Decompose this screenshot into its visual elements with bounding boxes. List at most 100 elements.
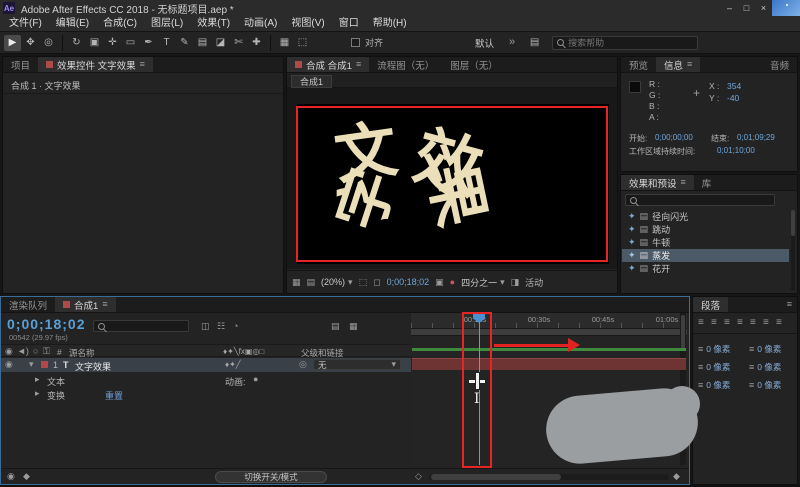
type-tool[interactable]: T [158,35,175,51]
shy-toggle-icon[interactable]: ◉ [7,472,15,481]
parent-select[interactable]: 无 ▾ [313,359,401,370]
menu-edit[interactable]: 编辑(E) [49,16,96,31]
pan-behind-tool[interactable]: ✛ [104,35,121,51]
layer-name[interactable]: 文字效果 [75,360,111,373]
eye-icon[interactable]: ◉ [5,360,13,369]
panel-menu-icon[interactable]: ≡ [140,60,145,69]
clone-stamp-tool[interactable]: ▤ [194,35,211,51]
justify-last-right-icon[interactable]: ≡ [763,318,769,328]
preset-item[interactable]: ✦ ▤ 径向闪光 [622,210,789,223]
time-ruler[interactable]: 00:15s 00:30s 00:45s 01:00s [411,313,687,329]
menu-file[interactable]: 文件(F) [2,16,49,31]
align-left-icon[interactable]: ≡ [698,318,704,328]
menu-effect[interactable]: 效果(T) [190,16,237,31]
align-checkbox[interactable] [351,38,360,47]
menu-help[interactable]: 帮助(H) [366,16,414,31]
reset-link[interactable]: 重置 [105,389,123,402]
effects-search[interactable] [625,194,775,206]
camera-tool[interactable]: ▣ [86,35,103,51]
shape-tool[interactable]: ▭ [122,35,139,51]
tab-flowchart[interactable]: 流程图（无） [369,57,442,72]
hand-tool[interactable]: ✥ [22,35,39,51]
tab-preview[interactable]: 预览 [621,57,656,72]
preset-item[interactable]: ✦ ▤ 花开 [622,262,789,275]
motion-blur-icon[interactable]: ▤ [331,322,340,331]
animate-menu-icon[interactable]: ● [253,375,258,384]
workspace-overflow-icon[interactable]: » [509,37,515,48]
rotation-tool[interactable]: ↻ [68,35,85,51]
transparency-grid-icon[interactable]: ◻ [373,277,380,287]
effects-scrollbar[interactable] [791,210,795,290]
hanging-punctuation-field[interactable]: ≡ 0 像素 [749,379,781,391]
tab-project[interactable]: 项目 [3,57,38,72]
fast-previews-icon[interactable]: ◨ [511,277,520,287]
justify-last-center-icon[interactable]: ≡ [750,318,756,328]
grid-options-icon[interactable]: ▦ [292,277,301,287]
panel-menu-icon[interactable]: ≡ [356,60,361,69]
snapshot-camera-icon[interactable]: ▣ [435,277,444,287]
panel-menu-icon[interactable]: ≡ [681,178,686,187]
twirl-open-icon[interactable]: ▾ [29,360,34,369]
blend-toggle-icon[interactable]: ◆ [23,472,30,481]
justify-last-left-icon[interactable]: ≡ [737,318,743,328]
twirl-closed-icon[interactable]: ▸ [35,389,40,398]
tab-composition[interactable]: 合成 合成1 ≡ [287,57,370,72]
brush-tool[interactable]: ✎ [176,35,193,51]
viewer-tab-comp1[interactable]: 合成1 [291,75,333,88]
menu-view[interactable]: 视图(V) [284,16,331,31]
view-layout-icon[interactable]: ▤ [307,277,316,287]
panel-menu-icon[interactable]: ≡ [787,300,792,309]
twirl-closed-icon[interactable]: ▸ [35,375,40,384]
roi-icon[interactable]: ⬚ [359,277,368,287]
eraser-tool[interactable]: ◪ [212,35,229,51]
draft-3d-icon[interactable]: ☷ [217,322,225,331]
tab-info[interactable]: 信息 ≡ [656,57,701,72]
transform-property-row[interactable]: ▸ 变换 重置 [1,387,411,402]
puppet-pin-tool[interactable]: ✚ [248,35,265,51]
tab-render-queue[interactable]: 渲染队列 [1,297,55,312]
timeline-search-input[interactable] [109,321,184,331]
align-center-icon[interactable]: ≡ [711,318,717,328]
preset-item[interactable]: ✦ ▤ 牛顿 [622,236,789,249]
active-camera-label[interactable]: 活动 [525,276,543,289]
help-search-input[interactable] [568,37,694,48]
layer-duration-bar[interactable] [412,358,686,370]
timeline-timecode[interactable]: 0;00;18;02 [7,316,86,332]
justify-all-icon[interactable]: ≡ [776,318,782,328]
layer-switches[interactable]: ♦✦╱ [225,360,241,369]
menu-window[interactable]: 窗口 [332,16,366,31]
menu-animation[interactable]: 动画(A) [237,16,284,31]
workspace-select[interactable]: 默认 [475,36,494,50]
grid-guides-icon[interactable]: ⬚ [294,35,311,51]
transform-group-label[interactable]: 变换 [47,389,65,402]
zoom-out-handle-icon[interactable]: ◇ [415,472,422,481]
show-channel-icon[interactable]: ● [450,277,455,287]
align-right-icon[interactable]: ≡ [724,318,730,328]
layer-row[interactable]: ◉ ▾ 1 T 文字效果 ♦✦╱ ◎ 无 ▾ [1,358,411,372]
timeline-search[interactable] [93,320,189,332]
maximize-button[interactable]: □ [738,1,755,15]
menu-composition[interactable]: 合成(C) [96,16,144,31]
layer-label-chip[interactable] [41,361,48,368]
effects-search-input[interactable] [641,195,770,205]
roto-brush-tool[interactable]: ✄ [230,35,247,51]
space-after-field[interactable]: ≡ 0 像素 [698,379,730,391]
minimize-button[interactable]: – [721,1,738,15]
panel-menu-icon[interactable]: ≡ [687,60,692,69]
tab-layer[interactable]: 图层（无） [442,57,506,72]
zoom-tool[interactable]: ◎ [40,35,57,51]
resolution-select[interactable]: 四分之一 ▾ [461,276,505,289]
selection-tool[interactable]: ▶ [4,34,21,51]
close-button[interactable]: × [755,1,772,15]
workspace-panel-icon[interactable]: ▤ [526,35,543,51]
timeline-zoom-scrollbar[interactable] [429,474,669,480]
tab-effect-controls[interactable]: 效果控件 文字效果 ≡ [38,57,153,72]
tab-paragraph[interactable]: 段落 [693,297,729,312]
magnification-select[interactable]: (20%) ▾ [321,277,353,287]
menu-layer[interactable]: 图层(L) [144,16,190,31]
tab-effects-presets[interactable]: 效果和预设 ≡ [621,175,694,190]
frame-blend-icon[interactable]: ▦ [349,322,358,331]
parent-pickwhip-icon[interactable]: ◎ [299,360,307,369]
tab-timeline-comp1[interactable]: 合成1 ≡ [55,297,116,312]
mask-options-icon[interactable]: ▦ [276,35,293,51]
